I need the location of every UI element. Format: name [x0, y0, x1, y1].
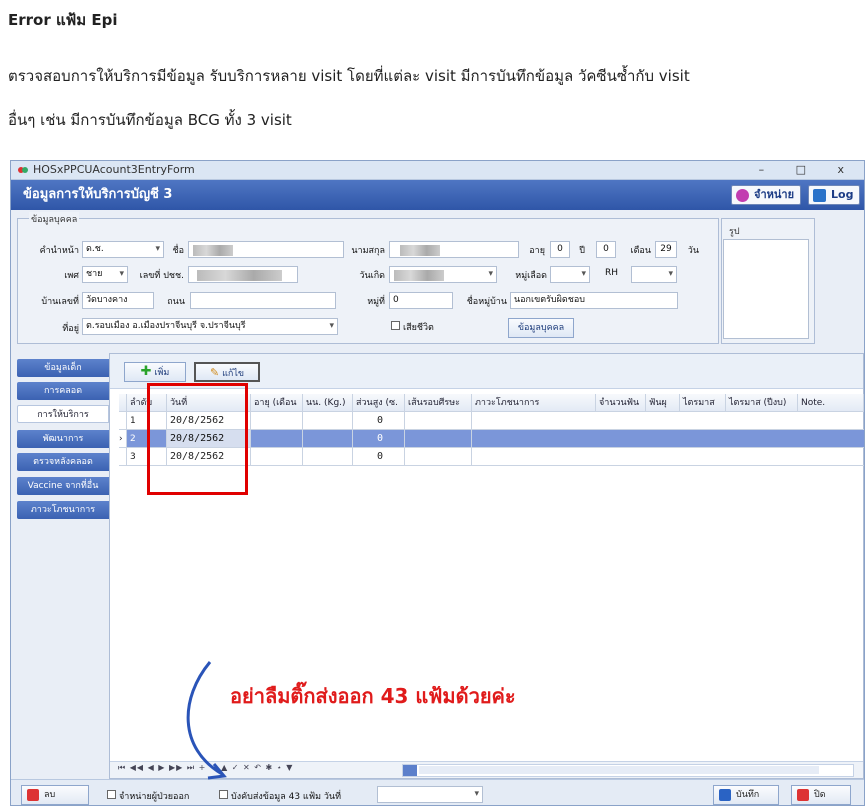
highlight-box: [147, 383, 248, 495]
address-select[interactable]: ต.รอบเมือง อ.เมืองปราจีนบุรี จ.ปราจีนบุร…: [82, 318, 338, 335]
sidebar-item-child-info[interactable]: ข้อมูลเด็ก: [17, 359, 109, 377]
rh-select[interactable]: [631, 266, 677, 283]
col-note[interactable]: Note.: [798, 394, 864, 412]
horizontal-scrollbar[interactable]: [402, 764, 854, 777]
pencil-icon: ✎: [209, 366, 220, 379]
age-days-field[interactable]: 29: [655, 241, 677, 258]
sidebar-item-vaccine-other[interactable]: Vaccine จากที่อื่น: [17, 477, 109, 495]
name-label: ชื่อ: [172, 246, 184, 256]
form-footer: ลบ จำหน่ายผู้ป่วยออก บังคับส่งข้อมูล 43 …: [11, 779, 864, 805]
death-label: เสียชีวิต: [403, 323, 434, 333]
col-height[interactable]: ส่วนสูง (ซ.: [353, 394, 405, 412]
close-button[interactable]: ปิด: [791, 785, 851, 805]
close-icon: [797, 789, 809, 801]
photo-label: รูป: [727, 224, 742, 238]
row-pointer-icon: ›: [119, 430, 127, 448]
moo-field[interactable]: 0: [389, 292, 453, 309]
col-weight[interactable]: นน. (Kg.): [303, 394, 353, 412]
scroll-left-icon[interactable]: [403, 765, 417, 776]
log-button[interactable]: Log: [808, 185, 860, 205]
col-teeth[interactable]: จำนวนฟัน: [596, 394, 646, 412]
dob-label: วันเกิด: [359, 271, 385, 281]
moo-label: หมู่ที่: [367, 297, 385, 307]
sex-label: เพศ: [64, 271, 79, 281]
blood-group-select[interactable]: [550, 266, 590, 283]
sidebar-item-nutrition[interactable]: ภาวะโภชนาการ: [17, 501, 109, 519]
edit-button[interactable]: ✎ แก้ไข: [194, 362, 260, 382]
person-info-button[interactable]: ข้อมูลบุคคล: [508, 318, 574, 338]
age-label: อายุ: [529, 246, 545, 256]
name-field[interactable]: [188, 241, 344, 258]
road-field[interactable]: [190, 292, 336, 309]
col-quarter[interactable]: ไตรมาส: [680, 394, 726, 412]
doc-line-2: อื่นๆ เช่น มีการบันทึกข้อมูล BCG ทั้ง 3 …: [8, 111, 292, 129]
photo-box[interactable]: [723, 239, 809, 339]
prefix-label: คำนำหน้า: [39, 246, 79, 256]
address-label: ที่อยู่: [62, 324, 79, 334]
age-months-field[interactable]: 0: [596, 241, 616, 258]
scroll-thumb[interactable]: [419, 766, 819, 774]
save-button[interactable]: บันทึก: [713, 785, 779, 805]
discharge-icon: [736, 189, 749, 202]
form-header: ข้อมูลการให้บริการบัญชี 3 จำหน่าย Log: [11, 180, 864, 210]
add-button[interactable]: ✚ เพิ่ม: [124, 362, 186, 382]
window-titlebar: HOSxPPCUAcount3EntryForm – □ x: [11, 161, 864, 180]
cid-label: เลขที่ ปชช.: [139, 271, 184, 281]
surname-label: นามสกุล: [351, 246, 385, 256]
village-label: ชื่อหมู่บ้าน: [466, 297, 507, 307]
surname-field[interactable]: [389, 241, 519, 258]
col-head-circ[interactable]: เส้นรอบศีรษะ: [405, 394, 472, 412]
sidebar-item-services[interactable]: การให้บริการ: [17, 405, 109, 423]
col-caries[interactable]: ฟันผุ: [646, 394, 680, 412]
day-label: วัน: [687, 246, 699, 256]
person-group-label: ข้อมูลบุคคล: [29, 212, 80, 226]
col-nutrition[interactable]: ภาวะโภชนาการ: [472, 394, 596, 412]
sidebar-item-postnatal[interactable]: ตรวจหลังคลอด: [17, 453, 109, 471]
col-quarter-fy[interactable]: ไตรมาส (ปีงบ): [726, 394, 798, 412]
road-label: ถนน: [167, 297, 185, 307]
sex-select[interactable]: ชาย: [82, 266, 128, 283]
village-field[interactable]: นอกเขตรับผิดชอบ: [510, 292, 678, 309]
save-icon: [719, 789, 731, 801]
app-logo-icon: [18, 167, 28, 173]
dob-field[interactable]: [389, 266, 497, 283]
force-export-43-label: บังคับส่งข้อมูล 43 แฟ้ม วันที่: [231, 792, 342, 802]
discharge-checkbox[interactable]: [107, 790, 116, 799]
window-controls[interactable]: – □ x: [759, 161, 858, 179]
doc-title: Error แฟ้ม Epi: [8, 11, 118, 29]
death-checkbox[interactable]: [391, 321, 400, 330]
delete-button[interactable]: ลบ: [21, 785, 89, 805]
rh-label: RH: [604, 268, 618, 278]
discharge-button[interactable]: จำหน่าย: [731, 185, 801, 205]
form-title: ข้อมูลการให้บริการบัญชี 3: [23, 187, 173, 202]
age-years-field[interactable]: 0: [550, 241, 570, 258]
month-label: เดือน: [630, 246, 651, 256]
window-title: HOSxPPCUAcount3EntryForm: [33, 163, 195, 176]
house-no-label: บ้านเลขที่: [41, 297, 79, 307]
delete-icon: [27, 789, 39, 801]
export-date-field[interactable]: [377, 786, 483, 803]
col-age[interactable]: อายุ (เดือน: [251, 394, 303, 412]
sidebar-item-delivery[interactable]: การคลอด: [17, 382, 109, 400]
sidebar-item-development[interactable]: พัฒนาการ: [17, 430, 109, 448]
doc-line-1: ตรวจสอบการให้บริการมีข้อมูล รับบริการหลา…: [8, 67, 690, 85]
reminder-note: อย่าลืมติ๊กส่งออก 43 แฟ้มด้วยค่ะ: [230, 684, 516, 708]
log-icon: [813, 189, 826, 202]
discharge-checkbox-label: จำหน่ายผู้ป่วยออก: [119, 792, 190, 802]
cid-field[interactable]: [188, 266, 298, 283]
year-label: ปี: [579, 246, 585, 256]
house-no-field[interactable]: วัดบางคาง: [82, 292, 154, 309]
blood-group-label: หมู่เลือด: [515, 271, 547, 281]
prefix-select[interactable]: ด.ช.: [82, 241, 164, 258]
force-export-43-checkbox[interactable]: [219, 790, 228, 799]
curved-arrow-icon: [186, 661, 227, 780]
plus-icon: ✚: [140, 364, 152, 379]
